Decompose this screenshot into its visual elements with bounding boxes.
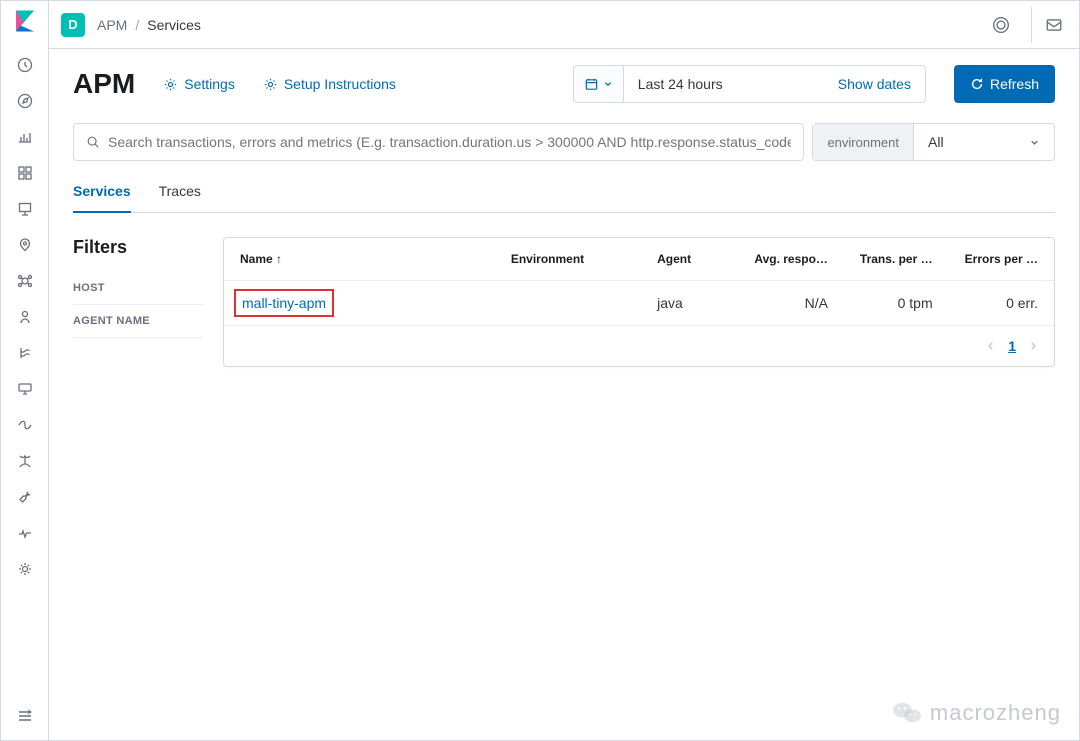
- cell-avg-response: N/A: [738, 281, 844, 326]
- filter-host[interactable]: HOST: [73, 272, 203, 305]
- newsfeed-icon[interactable]: [1031, 7, 1067, 43]
- page-prev[interactable]: [986, 338, 996, 354]
- chevron-down-icon: [603, 79, 613, 89]
- nav-dashboard-icon[interactable]: [9, 157, 41, 189]
- chevron-right-icon: [1028, 341, 1038, 351]
- chevron-down-icon: [1029, 137, 1040, 148]
- nav-management-icon[interactable]: [9, 553, 41, 585]
- table-row: mall-tiny-apm java N/A 0 tpm 0 err.: [224, 281, 1054, 326]
- refresh-icon: [970, 77, 984, 91]
- table-header-row: Name ↑ Environment Agent Avg. respo… Tra…: [224, 238, 1054, 281]
- col-avg-response[interactable]: Avg. respo…: [738, 238, 844, 281]
- cell-errors: 0 err.: [949, 281, 1054, 326]
- cell-agent: java: [641, 281, 738, 326]
- nav-apm-icon[interactable]: [9, 373, 41, 405]
- nav-metrics-icon[interactable]: [9, 301, 41, 333]
- nav-recent-icon[interactable]: [9, 49, 41, 81]
- nav-discover-icon[interactable]: [9, 85, 41, 117]
- filters-title: Filters: [73, 237, 203, 258]
- col-environment[interactable]: Environment: [495, 238, 641, 281]
- nav-visualize-icon[interactable]: [9, 121, 41, 153]
- help-icon[interactable]: [983, 7, 1019, 43]
- topbar: D APM / Services: [49, 1, 1079, 49]
- collapse-sidebar-button[interactable]: [9, 700, 41, 732]
- date-picker: Last 24 hours Show dates: [573, 65, 926, 103]
- col-agent[interactable]: Agent: [641, 238, 738, 281]
- search-input[interactable]: [73, 123, 804, 161]
- environment-select[interactable]: All: [914, 134, 1054, 150]
- kibana-logo[interactable]: [13, 9, 37, 33]
- service-link[interactable]: mall-tiny-apm: [242, 295, 326, 311]
- nav-maps-icon[interactable]: [9, 229, 41, 261]
- page-current[interactable]: 1: [1008, 338, 1016, 354]
- nav-siem-icon[interactable]: [9, 445, 41, 477]
- nav-uptime-icon[interactable]: [9, 409, 41, 441]
- filter-agent-name[interactable]: AGENT NAME: [73, 305, 203, 338]
- environment-label: environment: [813, 124, 914, 160]
- setup-instructions-link[interactable]: Setup Instructions: [263, 76, 396, 92]
- tab-traces[interactable]: Traces: [159, 173, 201, 212]
- tab-services[interactable]: Services: [73, 173, 131, 213]
- page-next[interactable]: [1028, 338, 1038, 354]
- breadcrumb: APM / Services: [97, 17, 201, 33]
- cell-environment: [495, 281, 641, 326]
- nav-dev-tools-icon[interactable]: [9, 481, 41, 513]
- date-picker-value[interactable]: Last 24 hours: [624, 76, 824, 92]
- environment-filter: environment All: [812, 123, 1055, 161]
- settings-link[interactable]: Settings: [163, 76, 235, 92]
- quick-select-button[interactable]: [574, 66, 624, 102]
- settings-label: Settings: [184, 76, 235, 92]
- page-title: APM: [73, 68, 135, 100]
- breadcrumb-separator: /: [135, 17, 139, 33]
- nav-ml-icon[interactable]: [9, 265, 41, 297]
- chevron-left-icon: [986, 341, 996, 351]
- search-field[interactable]: [108, 134, 791, 150]
- pagination: 1: [224, 326, 1054, 366]
- breadcrumb-current: Services: [147, 17, 201, 33]
- calendar-icon: [584, 77, 599, 92]
- col-errors[interactable]: Errors per …: [949, 238, 1054, 281]
- gear-icon: [163, 77, 178, 92]
- show-dates-link[interactable]: Show dates: [824, 76, 925, 92]
- refresh-label: Refresh: [990, 76, 1039, 92]
- filters-panel: Filters HOST AGENT NAME: [73, 237, 203, 367]
- space-selector[interactable]: D: [61, 13, 85, 37]
- sidebar: [1, 1, 49, 740]
- setup-instructions-label: Setup Instructions: [284, 76, 396, 92]
- tabs: Services Traces: [73, 173, 1055, 213]
- nav-canvas-icon[interactable]: [9, 193, 41, 225]
- breadcrumb-app[interactable]: APM: [97, 17, 127, 33]
- nav-logs-icon[interactable]: [9, 337, 41, 369]
- environment-value: All: [928, 134, 944, 150]
- annotation-highlight: mall-tiny-apm: [234, 289, 334, 317]
- main: D APM / Services APM Settings Setup: [49, 1, 1079, 740]
- services-table: Name ↑ Environment Agent Avg. respo… Tra…: [223, 237, 1055, 367]
- search-icon: [86, 135, 100, 149]
- col-tpm[interactable]: Trans. per …: [844, 238, 949, 281]
- refresh-button[interactable]: Refresh: [954, 65, 1055, 103]
- nav-monitoring-icon[interactable]: [9, 517, 41, 549]
- col-name[interactable]: Name ↑: [224, 238, 495, 281]
- gear-icon: [263, 77, 278, 92]
- page-header: APM Settings Setup Instructions Last 24 …: [73, 65, 1055, 103]
- cell-tpm: 0 tpm: [844, 281, 949, 326]
